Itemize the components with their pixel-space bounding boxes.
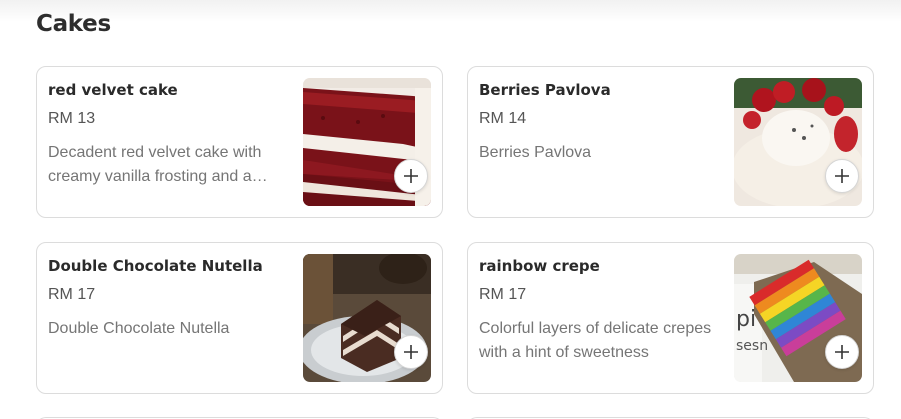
menu-item-card[interactable]: Berries Pavlova RM 14 Berries Pavlova bbox=[467, 66, 874, 218]
item-name: rainbow crepe bbox=[479, 257, 600, 275]
item-description: Colorful layers of delicate crepes with … bbox=[479, 320, 712, 361]
menu-item-card[interactable]: red velvet cake RM 13 Decadent red velve… bbox=[36, 66, 443, 218]
add-to-cart-button[interactable] bbox=[394, 159, 428, 193]
item-description: Berries Pavlova bbox=[479, 144, 592, 161]
plus-icon bbox=[835, 169, 849, 183]
section-title: Cakes bbox=[36, 11, 111, 37]
plus-icon bbox=[404, 169, 418, 183]
svg-text:sesn: sesn bbox=[736, 338, 768, 354]
plus-icon bbox=[404, 345, 418, 359]
menu-item-card[interactable]: Double Chocolate Nutella RM 17 Double Ch… bbox=[36, 242, 443, 394]
add-to-cart-button[interactable] bbox=[825, 159, 859, 193]
item-description: Decadent red velvet cake with creamy van… bbox=[48, 144, 262, 185]
item-name: red velvet cake bbox=[48, 81, 178, 99]
plus-icon bbox=[835, 345, 849, 359]
item-price: RM 13 bbox=[48, 110, 96, 127]
rainbow-crepe-image: pi sesn bbox=[734, 254, 862, 382]
header-shadow bbox=[0, 0, 901, 22]
menu-item-card[interactable]: rainbow crepe RM 17 Colorful layers of d… bbox=[467, 242, 874, 394]
item-price: RM 17 bbox=[48, 286, 96, 303]
add-to-cart-button[interactable] bbox=[394, 335, 428, 369]
svg-text:pi: pi bbox=[736, 307, 756, 332]
red-velvet-cake-image bbox=[303, 78, 431, 206]
berries-pavlova-image bbox=[734, 78, 862, 206]
item-description: Double Chocolate Nutella bbox=[48, 320, 230, 337]
item-name: Double Chocolate Nutella bbox=[48, 257, 263, 275]
item-price: RM 17 bbox=[479, 286, 527, 303]
item-name: Berries Pavlova bbox=[479, 81, 611, 99]
item-price: RM 14 bbox=[479, 110, 527, 127]
double-chocolate-nutella-image bbox=[303, 254, 431, 382]
add-to-cart-button[interactable] bbox=[825, 335, 859, 369]
